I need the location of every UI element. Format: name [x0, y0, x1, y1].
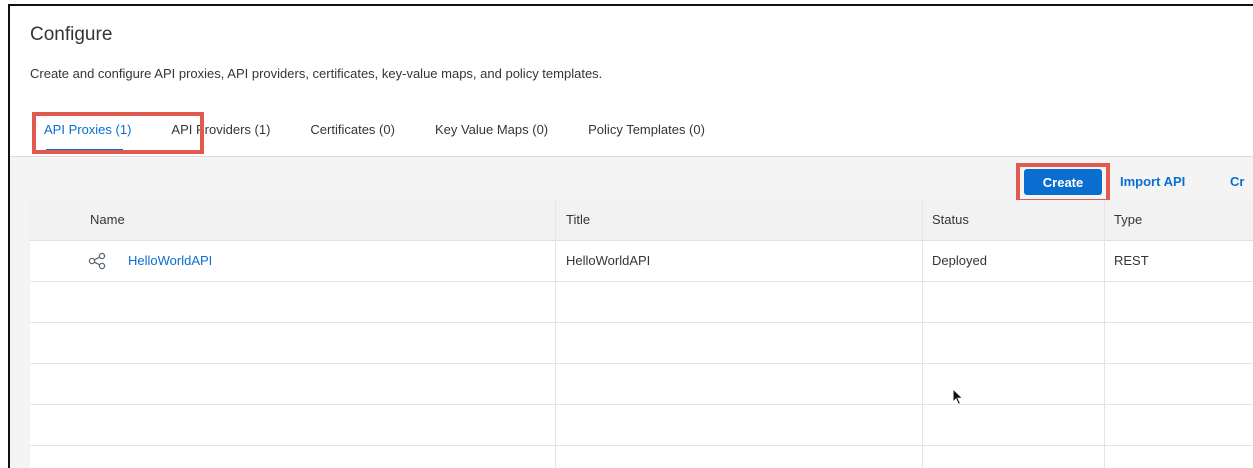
column-header-name[interactable]: Name [90, 200, 125, 240]
column-header-type[interactable]: Type [1114, 200, 1142, 240]
column-divider [922, 200, 923, 468]
page-title: Configure [30, 24, 113, 45]
table-toolbar: Create Import API Cr [10, 167, 1253, 197]
empty-row [30, 405, 1253, 446]
empty-row [30, 446, 1253, 468]
import-api-button[interactable]: Import API [1120, 169, 1185, 195]
page-header: Configure Create and configure API proxi… [10, 6, 1253, 156]
table-header-row: Name Title Status Type [30, 200, 1253, 241]
tab-api-providers[interactable]: API Providers (1) [171, 116, 270, 137]
column-divider [1104, 200, 1105, 468]
column-divider [555, 200, 556, 468]
create-more-button[interactable]: Cr [1230, 169, 1244, 195]
tab-certificates[interactable]: Certificates (0) [310, 116, 395, 137]
api-name-link[interactable]: HelloWorldAPI [128, 241, 212, 281]
tab-bar: API Proxies (1) API Providers (1) Certif… [32, 116, 705, 156]
table-row[interactable]: HelloWorldAPI HelloWorldAPI Deployed RES… [30, 241, 1253, 282]
empty-row [30, 364, 1253, 405]
column-header-title[interactable]: Title [566, 200, 590, 240]
tab-policy-templates[interactable]: Policy Templates (0) [588, 116, 705, 137]
api-type-cell: REST [1114, 253, 1149, 268]
empty-row [30, 323, 1253, 364]
main-content: Create Import API Cr Name Title Status T… [10, 156, 1253, 468]
app-frame: Configure Create and configure API proxi… [8, 4, 1253, 468]
mouse-cursor-icon [952, 387, 964, 411]
empty-row [30, 282, 1253, 323]
tab-api-proxies[interactable]: API Proxies (1) [44, 116, 131, 152]
create-button[interactable]: Create [1024, 169, 1102, 195]
share-icon [88, 252, 106, 275]
tab-key-value-maps[interactable]: Key Value Maps (0) [435, 116, 548, 137]
api-status-cell: Deployed [932, 253, 987, 268]
api-proxies-table: Name Title Status Type HelloWorldAPI Hel [30, 200, 1253, 468]
page-description: Create and configure API proxies, API pr… [30, 66, 603, 81]
api-title-cell: HelloWorldAPI [566, 253, 651, 268]
column-header-status[interactable]: Status [932, 200, 969, 240]
